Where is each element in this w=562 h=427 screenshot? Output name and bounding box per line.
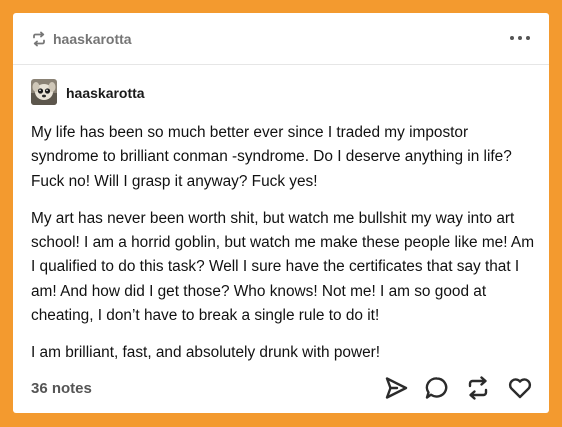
reply-icon[interactable] (424, 375, 450, 401)
reblog-username[interactable]: haaskarotta (53, 30, 132, 48)
post-body: My life has been so much better ever sin… (31, 121, 535, 379)
reblog-icon (33, 31, 45, 47)
reblog-header: haaskarotta (13, 13, 549, 65)
reblog-icon[interactable] (465, 375, 491, 401)
post-paragraph: My art has never been worth shit, but wa… (31, 209, 535, 325)
more-options-icon[interactable] (509, 30, 531, 46)
post-card: haaskarotta haaskarotta My life has been… (13, 13, 549, 413)
author-username[interactable]: haaskarotta (66, 84, 145, 102)
avatar[interactable] (31, 79, 57, 105)
post-paragraph: I am brilliant, fast, and absolutely dru… (31, 344, 381, 362)
share-icon[interactable] (383, 375, 409, 401)
heart-icon[interactable] (507, 375, 533, 401)
post-paragraph: My life has been so much better ever sin… (31, 124, 512, 190)
notes-count[interactable]: 36 notes (31, 380, 92, 397)
post-footer: 36 notes (13, 371, 549, 413)
